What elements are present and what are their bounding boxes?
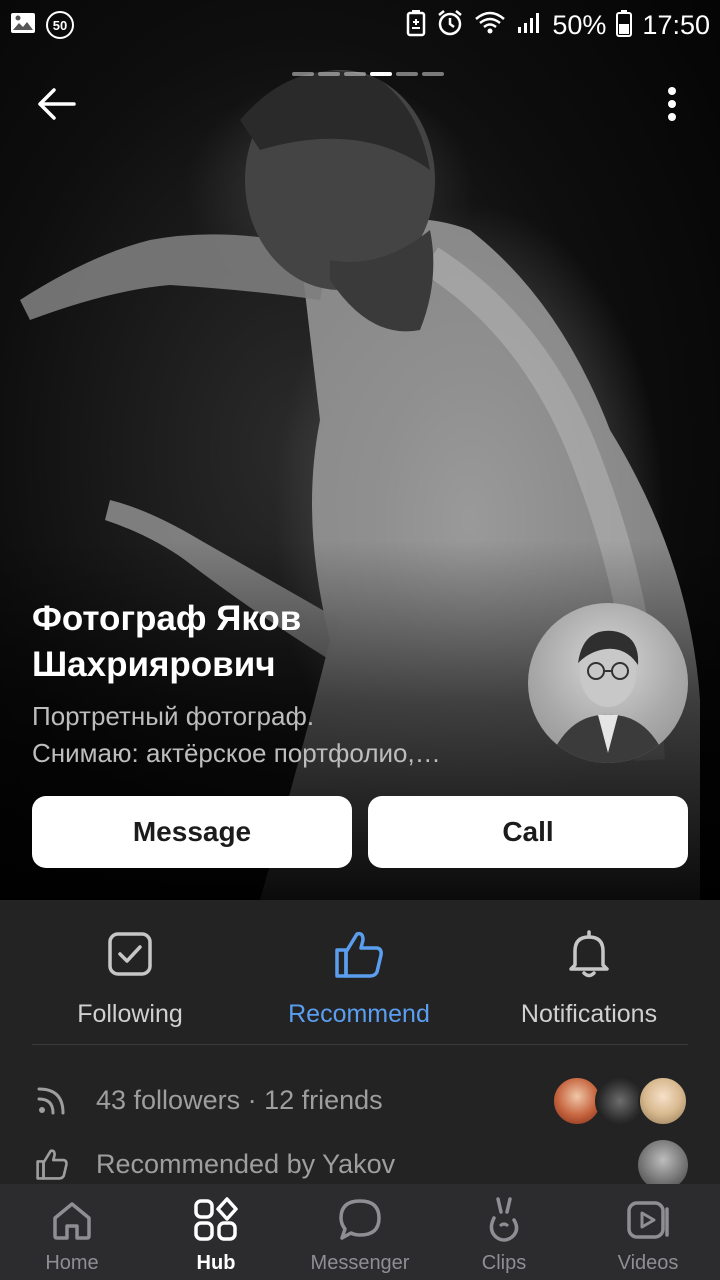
- pager-dot: [318, 72, 340, 76]
- nav-home-label: Home: [45, 1252, 99, 1274]
- signal-icon: [516, 11, 542, 40]
- follower-avatar: [638, 1076, 688, 1126]
- profile-name: Фотограф Яков Шахриярович: [32, 599, 302, 684]
- arrow-left-icon: [36, 87, 76, 126]
- recommend-button[interactable]: Recommend: [249, 920, 469, 1044]
- messenger-icon: [336, 1196, 384, 1244]
- bell-icon: [561, 926, 617, 982]
- quick-actions: Following Recommend Notifications: [0, 920, 720, 1044]
- profile-panel: Following Recommend Notifications 43 fol…: [0, 900, 720, 1190]
- videos-icon: [624, 1196, 672, 1244]
- following-button[interactable]: Following: [20, 920, 240, 1044]
- more-vertical-icon: [667, 86, 677, 127]
- message-button[interactable]: Message: [32, 796, 352, 868]
- notification-badge: 50: [46, 11, 74, 39]
- nav-home[interactable]: Home: [0, 1184, 144, 1280]
- recommend-label: Recommend: [288, 1000, 430, 1028]
- pager-dot-active: [370, 72, 392, 76]
- battery-percent: 50%: [552, 9, 607, 40]
- profile-avatar[interactable]: [528, 603, 688, 763]
- nav-clips-label: Clips: [481, 1252, 527, 1274]
- status-bar: 50 50% 17:50: [0, 0, 720, 50]
- nav-videos[interactable]: Videos: [576, 1184, 720, 1280]
- hub-icon: [192, 1196, 240, 1244]
- cover-pager: [292, 72, 444, 76]
- thumbs-up-outline-icon: [34, 1146, 70, 1182]
- more-options-button[interactable]: [644, 78, 700, 134]
- recommended-text: Recommended by Yakov: [96, 1148, 396, 1179]
- pager-dot: [344, 72, 366, 76]
- clock: 17:50: [642, 9, 710, 40]
- alarm-icon: [436, 9, 464, 42]
- pager-dot: [396, 72, 418, 76]
- profile-description[interactable]: Портретный фотограф. Снимаю: актёрское п…: [32, 698, 502, 772]
- nav-clips[interactable]: Clips: [432, 1184, 576, 1280]
- following-label: Following: [77, 1000, 183, 1028]
- description-line-2: Снимаю: актёрское портфолио,…: [32, 738, 441, 768]
- divider: [32, 1044, 688, 1045]
- checkbox-icon: [102, 926, 158, 982]
- gallery-icon: [10, 11, 36, 40]
- rss-icon: [34, 1082, 70, 1118]
- nav-videos-label: Videos: [617, 1252, 679, 1274]
- followers-row[interactable]: 43 followers · 12 friends: [0, 1072, 720, 1128]
- description-line-1: Портретный фотограф.: [32, 701, 315, 731]
- battery-icon: [616, 9, 633, 42]
- notifications-button[interactable]: Notifications: [479, 920, 699, 1044]
- back-button[interactable]: [28, 78, 84, 134]
- call-button[interactable]: Call: [368, 796, 688, 868]
- nav-hub-label: Hub: [196, 1252, 236, 1274]
- followers-text: 43 followers · 12 friends: [96, 1084, 383, 1115]
- battery-saver-icon: [406, 9, 426, 42]
- clips-icon: [480, 1196, 528, 1244]
- avatar-portrait: [548, 630, 668, 763]
- bottom-navigation: Home Hub Messenger Clips Videos: [0, 1184, 720, 1280]
- pager-dot: [422, 72, 444, 76]
- thumbs-up-icon: [331, 926, 387, 982]
- nav-messenger-label: Messenger: [310, 1252, 410, 1274]
- followers-avatars[interactable]: [552, 1076, 688, 1126]
- recommender-avatar[interactable]: [638, 1140, 688, 1190]
- wifi-icon: [474, 10, 506, 41]
- notifications-label: Notifications: [520, 1000, 658, 1028]
- pager-dot: [292, 72, 314, 76]
- nav-messenger[interactable]: Messenger: [288, 1184, 432, 1280]
- nav-hub[interactable]: Hub: [144, 1184, 288, 1280]
- home-icon: [48, 1196, 96, 1244]
